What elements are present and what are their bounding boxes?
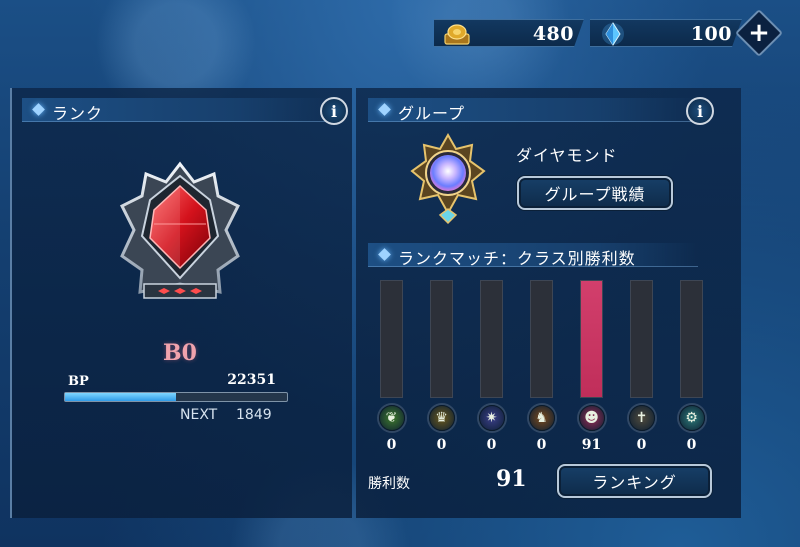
bar-nemesis <box>680 280 703 398</box>
red-crystal-emblem-icon <box>119 161 241 299</box>
rank-section-title: ランク <box>52 104 104 123</box>
plus-icon: + <box>748 18 770 48</box>
nemesis-icon: ⚙ <box>678 405 705 431</box>
bp-label: BP <box>68 374 89 389</box>
bar-nightmare <box>580 280 603 398</box>
next-label: NEXT <box>180 407 218 423</box>
diamond-bullet-icon <box>378 248 391 261</box>
demon-icon: ☻ <box>578 405 605 431</box>
class-win-count-dragon: 0 <box>536 437 547 453</box>
class-win-count-nemesis: 0 <box>686 437 697 453</box>
crystal-icon <box>598 21 628 47</box>
gold-amount: 480 <box>532 23 574 45</box>
bar-elf <box>380 280 403 398</box>
magic-circle-icon: ✷ <box>478 405 505 431</box>
wins-total: 91 <box>496 466 527 492</box>
crystal-currency: 100 <box>590 19 742 47</box>
bar-dragon <box>530 280 553 398</box>
class-win-count-elf: 0 <box>386 437 397 453</box>
info-icon: i <box>696 101 704 121</box>
info-icon: i <box>330 101 338 121</box>
match-section-title: ランクマッチ：クラス別勝利数 <box>398 249 636 268</box>
diamond-bullet-icon <box>378 103 391 116</box>
class-wins-chart <box>376 280 706 400</box>
gold-currency: 480 <box>434 19 584 47</box>
group-section-header: グループ <box>368 98 698 123</box>
class-win-count-witch: 0 <box>486 437 497 453</box>
bp-progress-fill <box>65 393 176 401</box>
ranking-button[interactable]: ランキング <box>557 464 712 498</box>
gold-coin-icon <box>442 21 472 47</box>
rank-info-button[interactable]: i <box>320 97 348 125</box>
bp-progress-bar <box>64 392 288 402</box>
group-name: ダイヤモンド <box>516 146 618 165</box>
diamond-emblem-icon <box>410 133 486 225</box>
rank-name: B0 <box>163 340 197 366</box>
crown-icon: ♛ <box>428 405 455 431</box>
next-value: 1849 <box>236 407 272 423</box>
group-record-button[interactable]: グループ戦績 <box>517 176 673 210</box>
leaf-icon: ❦ <box>378 405 405 431</box>
group-info-button[interactable]: i <box>686 97 714 125</box>
bp-value: 22351 <box>227 372 276 388</box>
crystal-amount: 100 <box>690 23 732 45</box>
bar-royal <box>430 280 453 398</box>
dragon-icon: ♞ <box>528 405 555 431</box>
add-currency-button[interactable]: + <box>734 8 784 58</box>
bar-witch <box>480 280 503 398</box>
match-section-header: ランクマッチ：クラス別勝利数 <box>368 243 698 268</box>
wins-label: 勝利数 <box>368 476 410 492</box>
ranking-button-label: ランキング <box>592 473 677 492</box>
group-record-button-label: グループ戦績 <box>544 185 646 204</box>
group-section-title: グループ <box>398 104 466 123</box>
bar-fill-nightmare <box>581 281 602 397</box>
bar-bishop <box>630 280 653 398</box>
rank-section-header: ランク <box>22 98 332 123</box>
class-win-count-bishop: 0 <box>636 437 647 453</box>
class-win-count-royal: 0 <box>436 437 447 453</box>
bishop-icon: ✝ <box>628 405 655 431</box>
diamond-bullet-icon <box>32 103 45 116</box>
class-win-count-nightmare: 91 <box>581 437 602 453</box>
